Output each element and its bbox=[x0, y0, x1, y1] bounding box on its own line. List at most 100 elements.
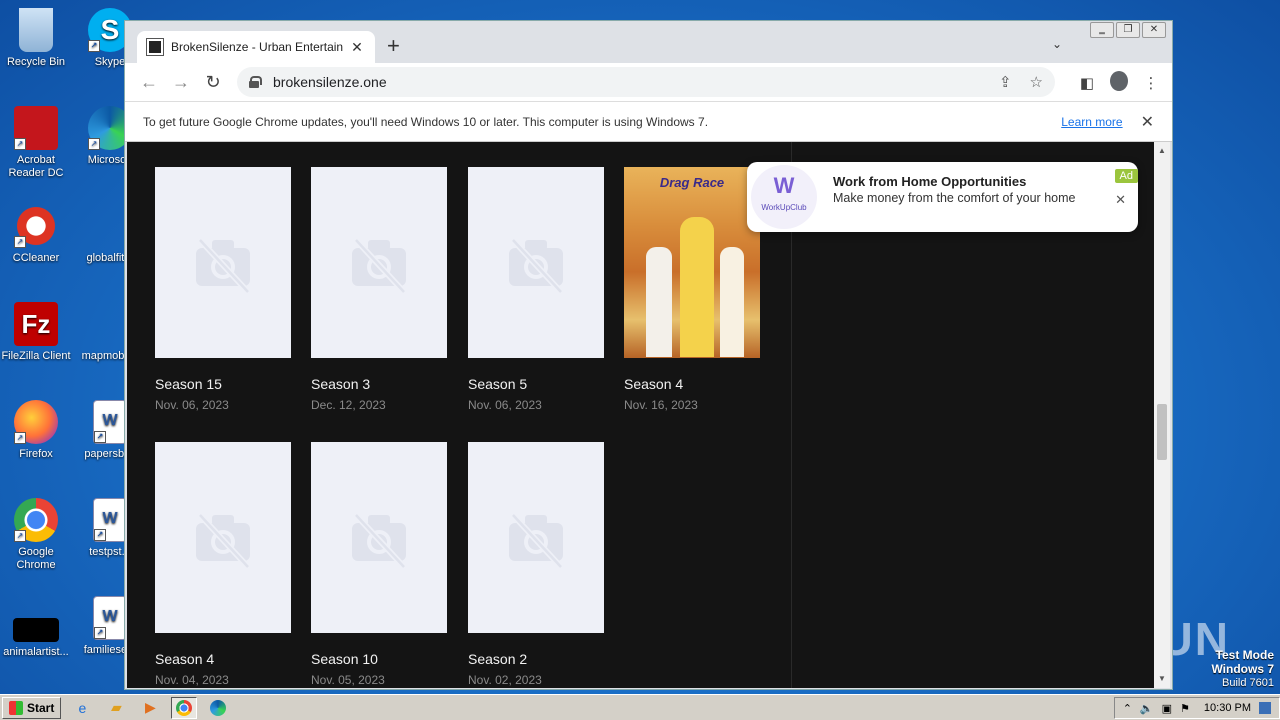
desktop-icon-label: Acrobat Reader DC bbox=[8, 154, 64, 179]
volume-icon[interactable]: 🔈 bbox=[1140, 702, 1154, 715]
poster-placeholder[interactable] bbox=[155, 442, 291, 633]
desktop-icon-label: Recycle Bin bbox=[6, 56, 66, 68]
network-icon[interactable]: ▣ bbox=[1162, 702, 1172, 715]
address-bar[interactable]: brokensilenze.one ⇪ ☆ bbox=[237, 67, 1055, 97]
poster-figure bbox=[680, 217, 714, 357]
tab-bar: BrokenSilenze - Urban Entertainment ✕ + … bbox=[125, 21, 1172, 63]
taskbar-explorer-icon[interactable]: ▰ bbox=[103, 697, 129, 719]
new-tab-button[interactable]: + bbox=[387, 35, 400, 57]
windows-version-line: Windows 7 bbox=[1211, 662, 1274, 676]
season-card[interactable]: Season 3 Dec. 12, 2023 bbox=[311, 167, 447, 412]
season-title[interactable]: Season 5 bbox=[468, 376, 604, 392]
desktop-icon-animalartist[interactable]: animalartist... bbox=[0, 618, 72, 659]
taskbar-ie-icon[interactable]: e bbox=[69, 697, 95, 719]
lock-icon[interactable] bbox=[249, 76, 262, 88]
season-card[interactable]: Season 15 Nov. 06, 2023 bbox=[155, 167, 291, 412]
menu-kebab-icon[interactable]: ⋮ bbox=[1142, 74, 1160, 92]
black-file-icon bbox=[13, 618, 59, 642]
taskbar-chrome-icon[interactable] bbox=[171, 696, 198, 719]
test-mode-notice: Test Mode Windows 7 Build 7601 bbox=[1211, 648, 1274, 690]
reload-icon[interactable]: ↻ bbox=[197, 72, 229, 93]
poster-figure bbox=[646, 247, 672, 357]
desktop-icon-label: animalartist... bbox=[3, 646, 69, 658]
vertical-scrollbar[interactable]: ▲ ▼ bbox=[1154, 142, 1170, 688]
desktop-icon-acrobat[interactable]: ↗ Acrobat Reader DC bbox=[0, 106, 72, 180]
profile-avatar[interactable] bbox=[1110, 71, 1128, 95]
season-card[interactable]: Season 10 Nov. 05, 2023 bbox=[311, 442, 447, 687]
toolbar-actions: ◧ ⋮ bbox=[1078, 71, 1160, 95]
desktop-icon-label: Skype bbox=[94, 56, 126, 68]
season-date: Nov. 04, 2023 bbox=[155, 673, 229, 687]
poster-placeholder[interactable] bbox=[155, 167, 291, 358]
season-date: Nov. 16, 2023 bbox=[624, 398, 698, 412]
desktop-icon-recycle-bin[interactable]: Recycle Bin bbox=[0, 8, 72, 69]
season-card[interactable]: Season 2 Nov. 02, 2023 bbox=[468, 442, 604, 687]
taskbar-media-player-icon[interactable]: ▶ bbox=[137, 697, 163, 719]
ad-text[interactable]: Make money from the comfort of your home bbox=[833, 190, 1093, 206]
season-card[interactable]: Season 5 Nov. 06, 2023 bbox=[468, 167, 604, 412]
poster-placeholder[interactable] bbox=[311, 167, 447, 358]
word-doc-icon: W ↗ bbox=[93, 596, 127, 640]
infobar-message: To get future Google Chrome updates, you… bbox=[143, 114, 709, 129]
window-controls: ‗ ❐ ✕ bbox=[1090, 22, 1166, 38]
no-photo-icon bbox=[352, 237, 407, 294]
season-title[interactable]: Season 4 bbox=[155, 651, 291, 667]
side-panel-icon[interactable]: ◧ bbox=[1078, 74, 1096, 92]
url-text[interactable]: brokensilenze.one bbox=[273, 74, 981, 90]
desktop-icon-firefox[interactable]: ↗ Firefox bbox=[0, 400, 72, 461]
close-tab-icon[interactable]: ✕ bbox=[349, 39, 365, 56]
tray-expand-icon[interactable]: ⌃ bbox=[1123, 702, 1132, 715]
poster-placeholder[interactable] bbox=[468, 442, 604, 633]
back-arrow-icon[interactable]: ← bbox=[133, 72, 165, 93]
scroll-up-arrow-icon[interactable]: ▲ bbox=[1154, 144, 1170, 158]
desktop-icon-filezilla[interactable]: Fz FileZilla Client bbox=[0, 302, 72, 363]
season-title[interactable]: Season 2 bbox=[468, 651, 604, 667]
season-card[interactable]: Drag Race Season 4 Nov. 16, 2023 bbox=[624, 167, 760, 412]
season-date: Nov. 06, 2023 bbox=[468, 398, 542, 412]
tab-search-chevron-icon[interactable]: ⌄ bbox=[1052, 37, 1062, 51]
show-desktop-icon[interactable] bbox=[1259, 702, 1271, 714]
close-infobar-icon[interactable]: ✕ bbox=[1141, 112, 1154, 132]
scroll-down-arrow-icon[interactable]: ▼ bbox=[1154, 672, 1170, 686]
scrollbar-thumb[interactable] bbox=[1157, 404, 1167, 460]
season-title[interactable]: Season 3 bbox=[311, 376, 447, 392]
season-title[interactable]: Season 4 bbox=[624, 376, 760, 392]
minimize-button[interactable]: ‗ bbox=[1090, 22, 1114, 38]
word-doc-icon: W ↗ bbox=[93, 400, 127, 444]
ad-title[interactable]: Work from Home Opportunities bbox=[833, 174, 1026, 189]
taskbar-edge-icon[interactable] bbox=[205, 697, 231, 719]
season-poster-image[interactable]: Drag Race bbox=[624, 167, 760, 358]
close-window-button[interactable]: ✕ bbox=[1142, 22, 1166, 38]
poster-placeholder[interactable] bbox=[311, 442, 447, 633]
season-title[interactable]: Season 15 bbox=[155, 376, 291, 392]
clock[interactable]: 10:30 PM bbox=[1204, 702, 1251, 714]
desktop-icon-chrome[interactable]: ↗ Google Chrome bbox=[0, 498, 72, 572]
learn-more-link[interactable]: Learn more bbox=[1061, 115, 1122, 129]
test-mode-line: Test Mode bbox=[1215, 648, 1274, 662]
season-title[interactable]: Season 10 bbox=[311, 651, 447, 667]
logo-text: WorkUpClub bbox=[761, 203, 807, 212]
poster-logo: Drag Race bbox=[659, 175, 725, 190]
no-photo-icon bbox=[196, 237, 251, 294]
chrome-window: BrokenSilenze - Urban Entertainment ✕ + … bbox=[124, 20, 1173, 690]
action-center-flag-icon[interactable]: ⚑ bbox=[1180, 702, 1190, 715]
windows-flag-icon bbox=[9, 700, 23, 715]
season-card[interactable]: Season 4 Nov. 04, 2023 bbox=[155, 442, 291, 687]
desktop-icon-label: Google Chrome bbox=[16, 546, 56, 571]
season-date: Dec. 12, 2023 bbox=[311, 398, 386, 412]
forward-arrow-icon[interactable]: → bbox=[165, 72, 197, 93]
maximize-button[interactable]: ❐ bbox=[1116, 22, 1140, 38]
poster-placeholder[interactable] bbox=[468, 167, 604, 358]
acrobat-icon: ↗ bbox=[14, 106, 58, 150]
ccleaner-icon: ↗ bbox=[14, 204, 58, 248]
desktop-icon-ccleaner[interactable]: ↗ CCleaner bbox=[0, 204, 72, 265]
bookmark-star-icon[interactable]: ☆ bbox=[1030, 73, 1043, 91]
browser-tab[interactable]: BrokenSilenze - Urban Entertainment ✕ bbox=[137, 31, 375, 63]
ad-notification[interactable]: W WorkUpClub Work from Home Opportunitie… bbox=[747, 162, 1138, 232]
logo-mark: W bbox=[773, 173, 795, 198]
update-infobar: To get future Google Chrome updates, you… bbox=[125, 101, 1172, 142]
start-button[interactable]: Start bbox=[2, 696, 62, 719]
share-icon[interactable]: ⇪ bbox=[999, 73, 1012, 91]
desktop-icon-label: FileZilla Client bbox=[1, 350, 71, 362]
close-ad-icon[interactable]: ✕ bbox=[1115, 192, 1126, 208]
